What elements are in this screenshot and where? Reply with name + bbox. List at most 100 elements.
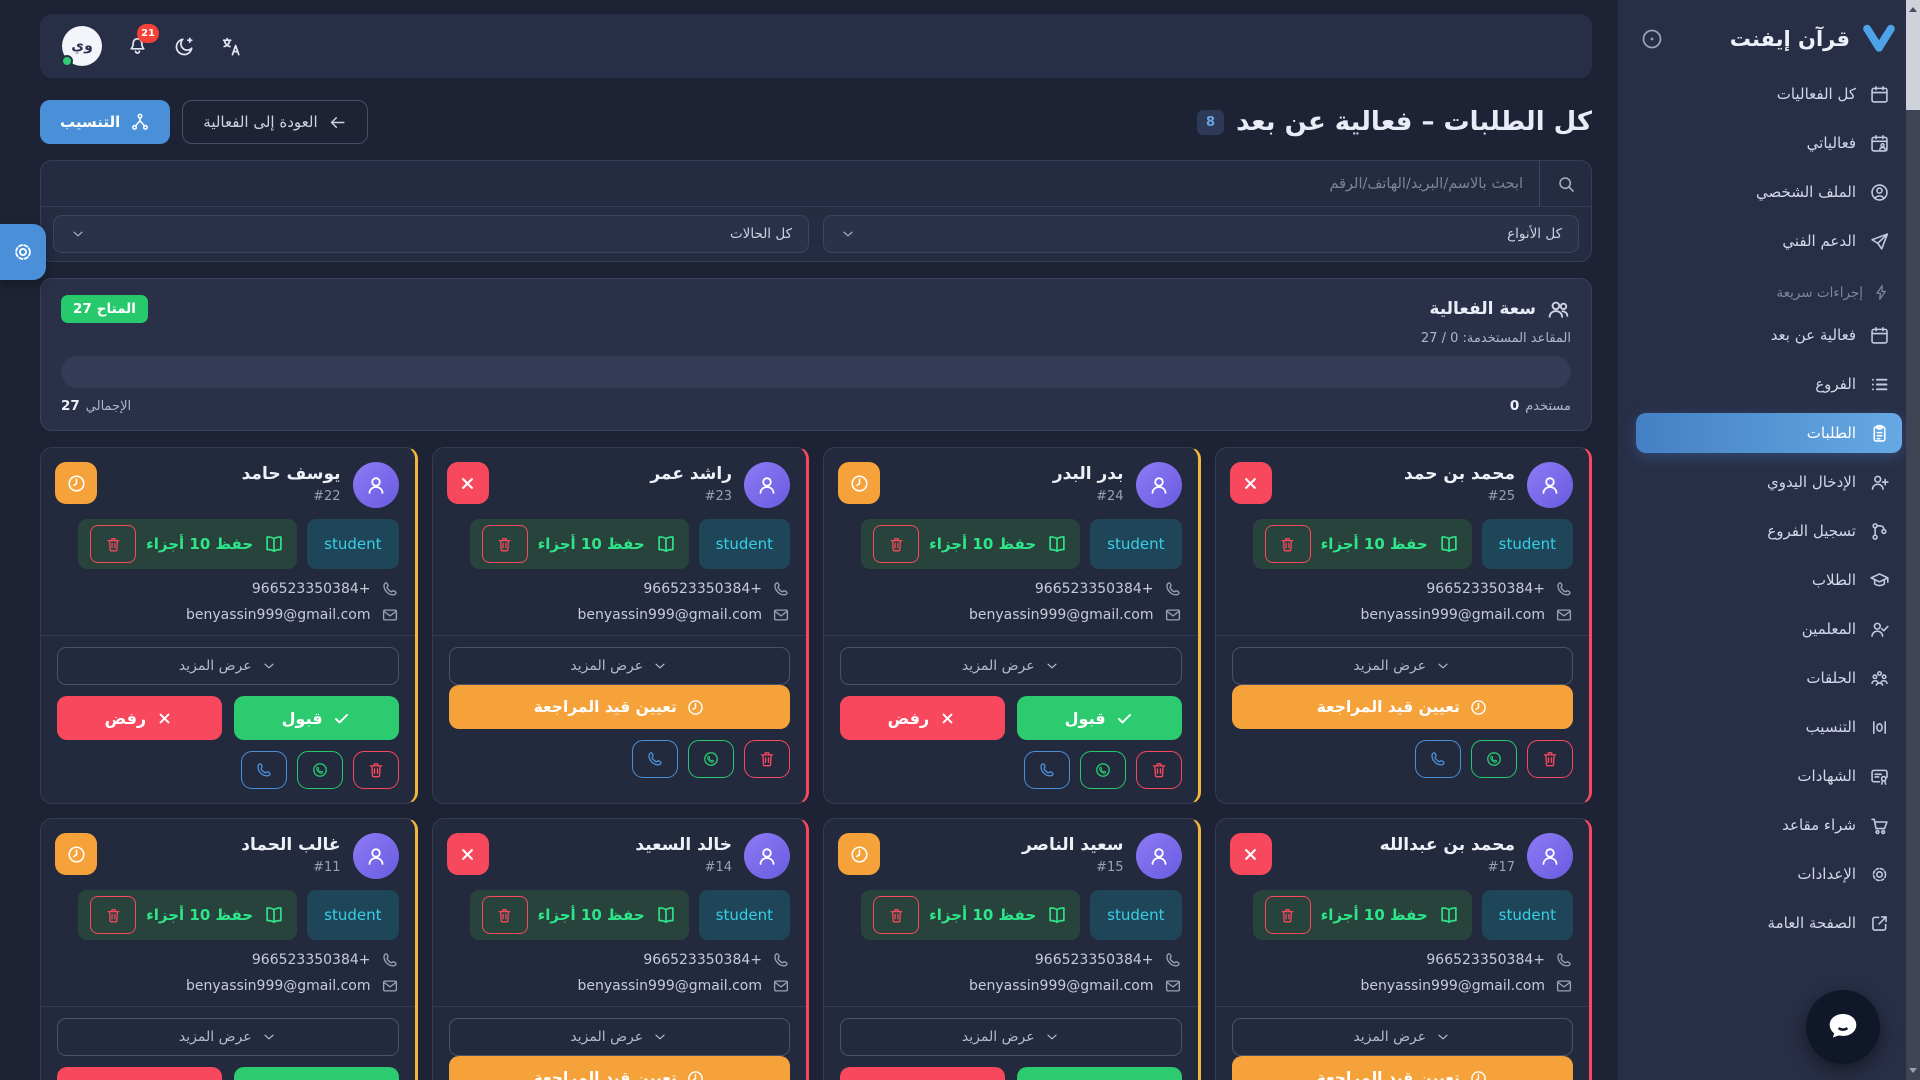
show-more-button[interactable]: عرض المزيد (1232, 1018, 1574, 1056)
sidebar-item-public-page[interactable]: الصفحة العامة (1636, 903, 1902, 943)
type-filter-select[interactable]: كل الأنواع (823, 215, 1579, 253)
sidebar-collapse-icon[interactable] (1640, 27, 1664, 51)
nav-item-label: الإدخال اليدوي (1767, 473, 1856, 491)
settings-fab-button[interactable] (0, 224, 46, 280)
remove-memorization-button[interactable] (90, 525, 136, 563)
show-more-button[interactable]: عرض المزيد (57, 1018, 399, 1056)
sidebar-item-remote-event[interactable]: فعالية عن بعد (1636, 315, 1902, 355)
review-button[interactable]: تعيين قيد المراجعة (1232, 1056, 1574, 1080)
reject-button[interactable]: رفض (57, 696, 222, 740)
search-button[interactable] (1539, 161, 1591, 206)
search-input[interactable] (41, 176, 1539, 192)
card-divider (824, 1006, 1198, 1007)
status-badge[interactable] (55, 462, 97, 504)
sidebar-item-circles[interactable]: الحلقات (1636, 658, 1902, 698)
sidebar-item-manual-entry[interactable]: الإدخال اليدوي (1636, 462, 1902, 502)
delete-request-button[interactable] (1527, 740, 1573, 778)
sidebar-item-certificates[interactable]: الشهادات (1636, 756, 1902, 796)
delete-request-button[interactable] (744, 740, 790, 778)
sidebar-item-all-events[interactable]: كل الفعاليات (1636, 74, 1902, 114)
delete-request-button[interactable] (353, 751, 399, 789)
show-more-button[interactable]: عرض المزيد (840, 1018, 1182, 1056)
notifications-button[interactable]: 21 (126, 33, 149, 60)
accept-button[interactable]: قبول (1017, 1067, 1182, 1080)
status-badge[interactable] (838, 833, 880, 875)
sidebar-item-my-events[interactable]: فعالياتي (1636, 123, 1902, 163)
remove-memorization-button[interactable] (1265, 525, 1311, 563)
accept-button[interactable]: قبول (1017, 696, 1182, 740)
phone-icon (1164, 951, 1182, 969)
sidebar-item-students[interactable]: الطلاب (1636, 560, 1902, 600)
call-button[interactable] (241, 751, 287, 789)
show-more-button[interactable]: عرض المزيد (449, 647, 791, 685)
review-button[interactable]: تعيين قيد المراجعة (449, 1056, 791, 1080)
status-badge[interactable] (1230, 462, 1272, 504)
sidebar-item-requests[interactable]: الطلبات (1636, 413, 1902, 453)
accept-button[interactable]: قبول (234, 1067, 399, 1080)
phone-icon (381, 951, 399, 969)
whatsapp-button[interactable] (297, 751, 343, 789)
back-to-event-button[interactable]: العودة إلى الفعالية (182, 100, 367, 144)
translate-icon[interactable] (220, 35, 243, 58)
show-more-button[interactable]: عرض المزيد (1232, 647, 1574, 685)
call-button[interactable] (632, 740, 678, 778)
page-title: كل الطلبات – فعالية عن بعد (1236, 107, 1592, 137)
sidebar-item-branches[interactable]: الفروع (1636, 364, 1902, 404)
whatsapp-button[interactable] (1471, 740, 1517, 778)
review-button[interactable]: تعيين قيد المراجعة (1232, 685, 1574, 729)
nav-item-label: الملف الشخصي (1756, 183, 1856, 201)
dark-mode-moon-icon[interactable] (173, 35, 196, 58)
show-more-button[interactable]: عرض المزيد (840, 647, 1182, 685)
delete-request-button[interactable] (1136, 751, 1182, 789)
scrollbar-up-arrow[interactable] (1906, 0, 1920, 18)
request-card: يوسف حامد #22 student حفظ 10 أجزاء +9665… (40, 447, 418, 804)
book-icon (1438, 904, 1460, 926)
badges-row: student حفظ 10 أجزاء (840, 519, 1182, 569)
accept-button[interactable]: قبول (234, 696, 399, 740)
remove-memorization-button[interactable] (873, 896, 919, 934)
role-badge: student (1090, 890, 1181, 940)
status-badge[interactable] (1230, 833, 1272, 875)
reject-button[interactable]: رفض (840, 1067, 1005, 1080)
review-button[interactable]: تعيين قيد المراجعة (449, 685, 791, 729)
show-more-button[interactable]: عرض المزيد (449, 1018, 791, 1056)
sidebar-item-placement[interactable]: التنسيب (1636, 707, 1902, 747)
status-filter-select[interactable]: كل الحالات (53, 215, 809, 253)
reject-button[interactable]: رفض (57, 1067, 222, 1080)
envelope-icon (1555, 977, 1573, 995)
scrollbar-thumb[interactable] (1906, 18, 1920, 110)
user-avatar[interactable]: وي (62, 26, 102, 66)
remove-memorization-button[interactable] (873, 525, 919, 563)
email-row: benyassin999@gmail.com (840, 977, 1182, 995)
sidebar-item-profile[interactable]: الملف الشخصي (1636, 172, 1902, 212)
status-badge[interactable] (838, 462, 880, 504)
chat-widget-button[interactable] (1806, 990, 1880, 1064)
remove-memorization-button[interactable] (482, 525, 528, 563)
call-button[interactable] (1024, 751, 1070, 789)
status-rejected-icon (457, 844, 478, 865)
status-badge[interactable] (55, 833, 97, 875)
whatsapp-button[interactable] (688, 740, 734, 778)
page-scrollbar[interactable] (1906, 0, 1920, 1080)
whatsapp-button[interactable] (1080, 751, 1126, 789)
sidebar-item-support[interactable]: الدعم الفني (1636, 221, 1902, 261)
email-row: benyassin999@gmail.com (840, 606, 1182, 624)
sidebar-item-teachers[interactable]: المعلمين (1636, 609, 1902, 649)
remove-memorization-button[interactable] (90, 896, 136, 934)
quick-contact-actions (449, 740, 791, 778)
trash-icon (496, 536, 513, 553)
status-badge[interactable] (447, 462, 489, 504)
scrollbar-down-arrow[interactable] (1906, 1062, 1920, 1078)
placement-button[interactable]: التنسيب (40, 100, 170, 144)
reject-button[interactable]: رفض (840, 696, 1005, 740)
status-badge[interactable] (447, 833, 489, 875)
call-button[interactable] (1415, 740, 1461, 778)
sidebar-item-register-branches[interactable]: تسجيل الفروع (1636, 511, 1902, 551)
remove-memorization-button[interactable] (1265, 896, 1311, 934)
remove-memorization-button[interactable] (482, 896, 528, 934)
memorization-badge: حفظ 10 أجزاء (861, 890, 1080, 940)
sidebar-item-settings[interactable]: الإعدادات (1636, 854, 1902, 894)
show-more-button[interactable]: عرض المزيد (57, 647, 399, 685)
memorization-badge: حفظ 10 أجزاء (470, 519, 689, 569)
sidebar-item-buy-seats[interactable]: شراء مقاعد (1636, 805, 1902, 845)
